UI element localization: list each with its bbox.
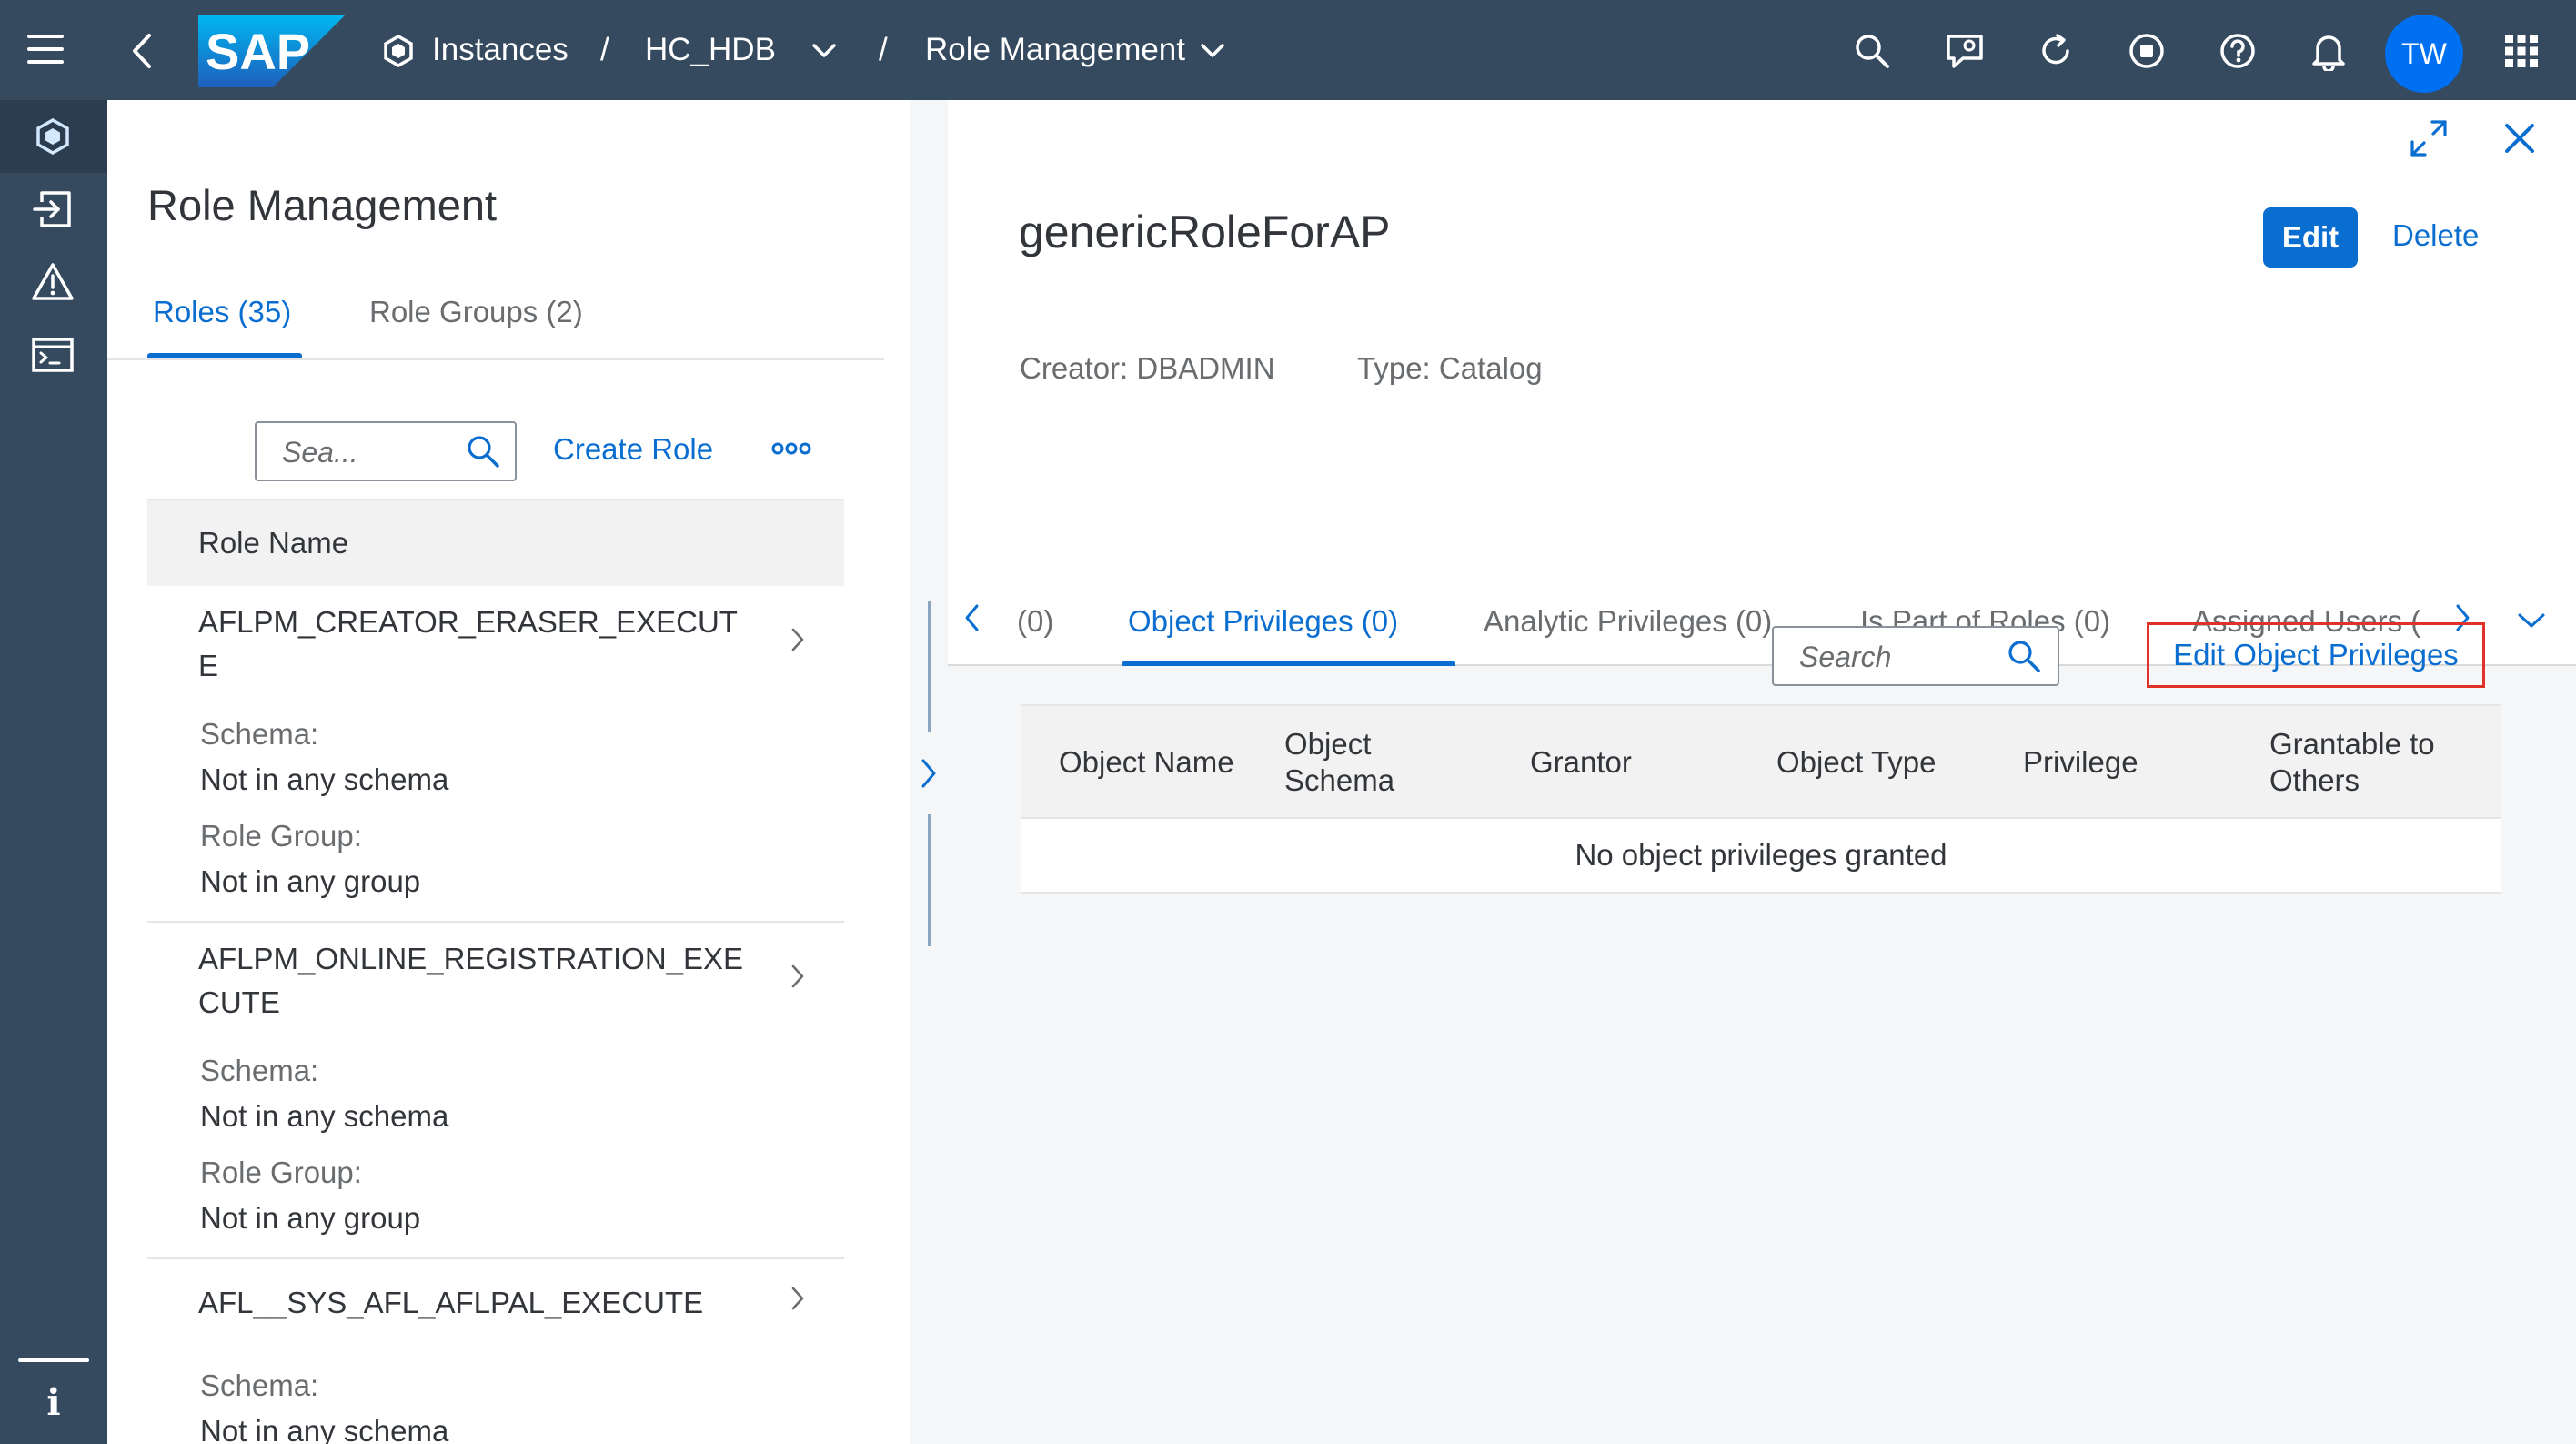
role-name: AFL__SYS_AFL_AFLPAL_EXECUTE bbox=[198, 1286, 704, 1319]
breadcrumb-instances[interactable]: Instances bbox=[432, 0, 569, 100]
column-object-type[interactable]: Object Type bbox=[1776, 744, 1937, 781]
alerts-icon[interactable] bbox=[31, 262, 75, 307]
menu-icon[interactable] bbox=[25, 33, 65, 70]
tab-roles[interactable]: Roles (35) bbox=[153, 295, 291, 329]
nav-item-instances[interactable] bbox=[0, 100, 107, 173]
splitter-line bbox=[928, 814, 931, 946]
splitter-line bbox=[928, 601, 931, 732]
role-name: AFLPM_CREATOR_ERASER_EXECUTE bbox=[198, 605, 738, 682]
sap-logo: SAP bbox=[198, 15, 346, 92]
import-export-icon[interactable] bbox=[33, 189, 73, 234]
panel-splitter[interactable] bbox=[910, 100, 948, 1444]
no-data-message: No object privileges granted bbox=[1021, 819, 2501, 894]
search-placeholder: Search bbox=[1799, 641, 1892, 673]
search-icon[interactable] bbox=[1854, 33, 1890, 74]
column-label: Grantor bbox=[1530, 745, 1632, 779]
role-group-value: Not in any group bbox=[200, 864, 421, 898]
svg-text:SAP: SAP bbox=[206, 23, 310, 80]
creator-info: Creator: DBADMIN bbox=[1020, 351, 1275, 385]
active-tab-indicator bbox=[1122, 661, 1455, 666]
table-header: Object Name Object Schema Grantor Object… bbox=[1021, 704, 2501, 819]
more-options-icon[interactable] bbox=[771, 430, 811, 471]
role-title: genericRoleForAP bbox=[1019, 207, 1391, 257]
schema-value: Not in any schema bbox=[200, 1414, 449, 1444]
column-grantable-to-others[interactable]: Grantable to Others bbox=[2269, 726, 2435, 799]
stop-icon[interactable] bbox=[2128, 33, 2165, 74]
column-label: Object bbox=[1284, 727, 1372, 761]
chevron-right-icon bbox=[790, 1285, 806, 1317]
role-search-input[interactable]: Sea... bbox=[255, 421, 517, 481]
delete-button[interactable]: Delete bbox=[2392, 218, 2479, 253]
sql-console-icon[interactable] bbox=[31, 337, 75, 378]
column-label: Object Name bbox=[1059, 745, 1234, 779]
column-object-name[interactable]: Object Name bbox=[1059, 744, 1234, 781]
breadcrumb-separator: / bbox=[879, 32, 888, 67]
create-role-button[interactable]: Create Role bbox=[553, 432, 713, 467]
type-info: Type: Catalog bbox=[1357, 351, 1543, 385]
tab-partial[interactable]: (0) bbox=[1017, 604, 1053, 639]
object-privileges-search-input[interactable]: Search bbox=[1772, 626, 2059, 686]
page-title: Role Management bbox=[147, 181, 498, 229]
search-icon[interactable] bbox=[2007, 639, 2041, 678]
role-group-label: Role Group: bbox=[200, 819, 362, 853]
column-header-label: Role Name bbox=[198, 526, 349, 560]
tab-role-groups[interactable]: Role Groups (2) bbox=[369, 295, 583, 329]
column-label: Object Type bbox=[1776, 745, 1937, 779]
column-label: Others bbox=[2269, 763, 2360, 797]
side-navigation: i bbox=[0, 100, 107, 1444]
user-avatar[interactable]: TW bbox=[2385, 15, 2463, 93]
chevron-right-icon bbox=[790, 963, 806, 995]
edit-object-privileges-button[interactable]: Edit Object Privileges bbox=[2147, 622, 2485, 688]
shell-bar: SAP Instances / HC_HDB / Role Management… bbox=[0, 0, 2576, 100]
fullscreen-icon[interactable] bbox=[2409, 118, 2449, 163]
column-label: Grantable to bbox=[2269, 727, 2435, 761]
breadcrumb-separator: / bbox=[600, 32, 609, 67]
column-object-schema[interactable]: Object Schema bbox=[1284, 726, 1394, 799]
tab-object-privileges[interactable]: Object Privileges (0) bbox=[1128, 604, 1398, 639]
breadcrumb-instance[interactable]: HC_HDB bbox=[645, 0, 776, 100]
breadcrumb-app[interactable]: Role Management bbox=[925, 0, 1185, 100]
product-switch-icon[interactable] bbox=[2503, 33, 2540, 74]
schema-value: Not in any schema bbox=[200, 1099, 449, 1133]
role-list-item[interactable]: AFLPM_ONLINE_REGISTRATION_EXECUTE Schema… bbox=[147, 923, 844, 1259]
role-name: AFLPM_ONLINE_REGISTRATION_EXECUTE bbox=[198, 942, 744, 1019]
chevron-left-icon[interactable] bbox=[962, 602, 982, 638]
instances-icon bbox=[35, 117, 71, 159]
nav-divider bbox=[18, 1358, 89, 1362]
edit-button[interactable]: Edit bbox=[2263, 207, 2358, 268]
object-page-header: genericRoleForAP Edit Delete Creator: DB… bbox=[948, 100, 2576, 566]
chevron-down-icon[interactable] bbox=[2516, 611, 2547, 634]
help-icon[interactable] bbox=[2219, 33, 2256, 74]
back-icon[interactable] bbox=[131, 33, 153, 74]
refresh-icon[interactable] bbox=[2038, 33, 2074, 74]
schema-label: Schema: bbox=[200, 717, 319, 751]
schema-value: Not in any schema bbox=[200, 762, 449, 796]
role-list-panel: Role Management Roles (35) Role Groups (… bbox=[107, 100, 910, 1444]
info-icon[interactable]: i bbox=[0, 1381, 107, 1424]
role-detail-panel: genericRoleForAP Edit Delete Creator: DB… bbox=[948, 100, 2576, 1444]
close-icon[interactable] bbox=[2500, 118, 2540, 163]
chevron-right-icon bbox=[790, 626, 806, 658]
tab-analytic-privileges[interactable]: Analytic Privileges (0) bbox=[1484, 604, 1772, 639]
search-placeholder: Sea... bbox=[282, 436, 358, 469]
column-label: Privilege bbox=[2023, 745, 2138, 779]
chevron-down-icon[interactable] bbox=[812, 44, 836, 63]
role-group-value: Not in any group bbox=[200, 1201, 421, 1235]
column-privilege[interactable]: Privilege bbox=[2023, 744, 2138, 781]
search-icon[interactable] bbox=[466, 434, 500, 473]
tabs-divider bbox=[107, 358, 884, 360]
role-group-label: Role Group: bbox=[200, 1156, 362, 1189]
role-list-item[interactable]: AFL__SYS_AFL_AFLPAL_EXECUTE Schema: Not … bbox=[147, 1259, 844, 1444]
feedback-icon[interactable] bbox=[1945, 33, 1985, 74]
column-grantor[interactable]: Grantor bbox=[1530, 744, 1632, 781]
column-label: Schema bbox=[1284, 763, 1395, 797]
chevron-down-icon[interactable] bbox=[1201, 44, 1224, 63]
chevron-right-icon[interactable] bbox=[917, 757, 941, 794]
schema-label: Schema: bbox=[200, 1054, 319, 1087]
role-list-item[interactable]: AFLPM_CREATOR_ERASER_EXECUTE Schema: Not… bbox=[147, 586, 844, 923]
role-name-column-header[interactable]: Role Name bbox=[147, 499, 844, 586]
instances-cube-icon bbox=[382, 34, 415, 72]
schema-label: Schema: bbox=[200, 1368, 319, 1402]
notifications-icon[interactable] bbox=[2310, 31, 2347, 76]
